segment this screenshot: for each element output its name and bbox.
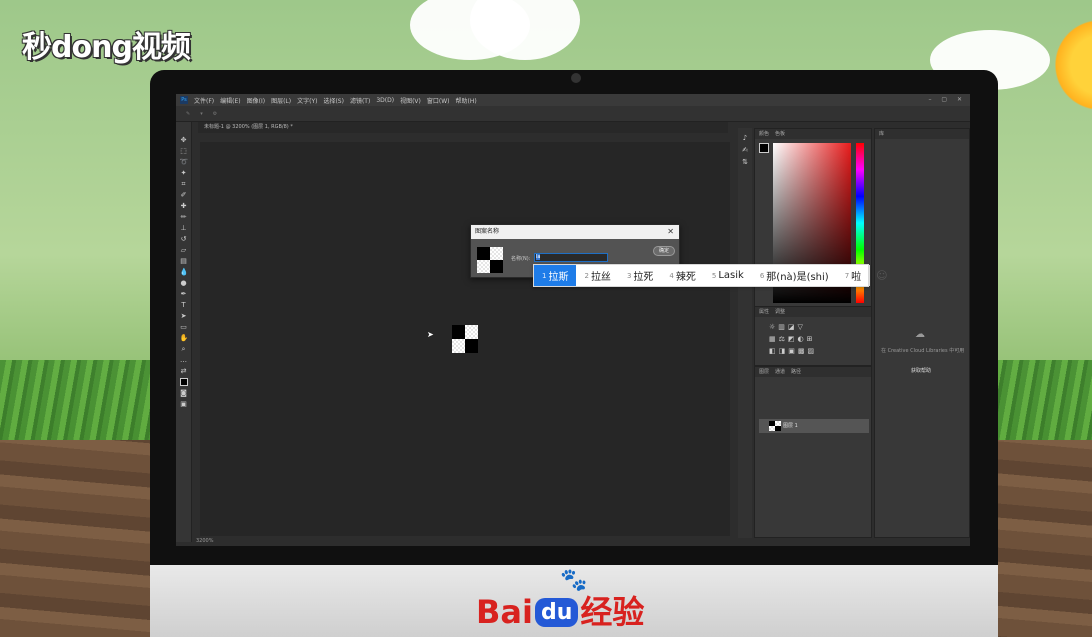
zoom-tool-icon[interactable]: ⌕ <box>180 345 188 353</box>
ime-candidate-3[interactable]: 3 拉死 <box>619 265 661 286</box>
stamp-tool-icon[interactable]: ⊥ <box>180 224 188 232</box>
eyedropper-icon[interactable]: ✐ <box>180 191 188 199</box>
ime-candidate-4[interactable]: 4 辣死 <box>661 265 703 286</box>
dodge-icon[interactable]: ● <box>180 279 188 287</box>
adjustment-icons-row-2[interactable]: ▦⚖◩◐⊞ <box>769 335 815 343</box>
menu-window[interactable]: 窗口(W) <box>427 96 450 105</box>
menu-select[interactable]: 选择(S) <box>323 96 344 105</box>
crop-tool-icon[interactable]: ⌗ <box>180 180 188 188</box>
mode-dropdown[interactable]: ▾ <box>200 111 203 117</box>
sun-decoration <box>1052 10 1092 120</box>
emoji-icon[interactable]: ☺ <box>869 265 893 286</box>
properties-icon[interactable]: ⇅ <box>742 158 748 166</box>
tab-properties[interactable]: 属性 <box>759 307 769 317</box>
adjustments-panel-tabs: 属性 调整 <box>755 307 871 317</box>
photoshop-window: Ps 文件(F) 编辑(E) 图像(I) 图层(L) 文字(Y) 选择(S) 滤… <box>176 94 970 546</box>
menu-3d[interactable]: 3D(D) <box>376 97 394 104</box>
swap-colors-icon[interactable]: ⇄ <box>180 367 188 375</box>
pattern-name-input[interactable]: la <box>534 253 608 262</box>
pen-tool-icon[interactable]: ✒ <box>180 290 188 298</box>
eraser-icon[interactable]: ▱ <box>180 246 188 254</box>
ime-candidate-5[interactable]: 5 Lasik <box>704 265 752 286</box>
tab-libraries[interactable]: 库 <box>879 129 884 139</box>
foreground-color-chip[interactable] <box>759 143 769 153</box>
options-bar: ✎ ▾ ⚙ <box>176 106 970 122</box>
lasso-tool-icon[interactable]: ➰ <box>180 158 189 166</box>
webcam-icon <box>571 73 581 83</box>
path-select-icon[interactable]: ➤ <box>180 312 188 320</box>
baidu-jingyan-logo: Bai du 经验 <box>476 593 645 631</box>
history-brush-icon[interactable]: ↺ <box>180 235 188 243</box>
name-label: 名称(N): <box>511 256 531 262</box>
status-bar: 3200% <box>192 536 732 546</box>
brush-settings-icon[interactable]: ✍ <box>742 146 748 154</box>
ime-candidate-7[interactable]: 7啦 <box>837 265 869 286</box>
menu-help[interactable]: 帮助(H) <box>456 96 477 105</box>
libraries-help-link[interactable]: 获取帮助 <box>911 367 931 374</box>
gear-icon[interactable]: ⚙ <box>213 111 217 117</box>
libraries-cloud-icon: ☁ <box>915 329 925 340</box>
marquee-tool-icon[interactable]: ⬚ <box>180 147 188 155</box>
libraries-message: 在 Creative Cloud Libraries 中可用 <box>881 348 965 354</box>
menu-filter[interactable]: 滤镜(T) <box>350 96 370 105</box>
menu-bar: Ps 文件(F) 编辑(E) 图像(I) 图层(L) 文字(Y) 选择(S) 滤… <box>176 94 970 106</box>
panel-icon-strip: ♪ ✍ ⇅ <box>738 128 752 538</box>
tab-channels[interactable]: 通道 <box>775 367 785 377</box>
menu-file[interactable]: 文件(F) <box>194 96 214 105</box>
tab-swatches[interactable]: 色板 <box>775 129 785 139</box>
healing-tool-icon[interactable]: ✚ <box>180 202 188 210</box>
menu-type[interactable]: 文字(Y) <box>297 96 317 105</box>
document-tab[interactable]: 未标题-1 @ 3200% (图层 1, RGB/8) * <box>198 122 728 133</box>
screen-mode-icon[interactable]: ▣ <box>180 400 188 408</box>
dialog-title: 图案名称 <box>475 228 500 235</box>
pattern-name-value: la <box>536 254 541 260</box>
libraries-panel-tabs: 库 <box>875 129 969 139</box>
tool-preset-icon[interactable]: ✎ <box>186 111 190 117</box>
window-controls[interactable]: – ▢ ✕ <box>928 96 966 103</box>
shape-tool-icon[interactable]: ▭ <box>180 323 188 331</box>
more-tools-icon[interactable]: … <box>180 356 188 364</box>
history-icon[interactable]: ♪ <box>743 134 747 142</box>
libraries-panel: 库 ☁ 在 Creative Cloud Libraries 中可用 获取帮助 <box>874 128 970 538</box>
adjustments-panel: 属性 调整 ☼▥◪▽ ▦⚖◩◐⊞ ◧◨▣▩▨ <box>754 306 872 366</box>
type-tool-icon[interactable]: T <box>180 301 188 309</box>
magic-wand-icon[interactable]: ✦ <box>180 169 188 177</box>
adjustment-icons-row-1[interactable]: ☼▥◪▽ <box>769 323 806 331</box>
mouse-cursor-icon: ➤ <box>427 330 434 339</box>
layer-thumbnail <box>769 421 781 431</box>
layer-row[interactable]: 图层 1 <box>759 419 869 433</box>
menu-view[interactable]: 视图(V) <box>400 96 421 105</box>
tab-color[interactable]: 颜色 <box>759 129 769 139</box>
blur-icon[interactable]: 💧 <box>180 268 189 276</box>
ime-candidate-6[interactable]: 6 那(nà)是(shi) <box>752 265 837 286</box>
layer-name: 图层 1 <box>783 423 798 429</box>
menu-layer[interactable]: 图层(L) <box>271 96 291 105</box>
close-icon[interactable]: ✕ <box>667 225 674 239</box>
photoshop-logo-icon: Ps <box>180 96 188 104</box>
tab-layers[interactable]: 图层 <box>759 367 769 377</box>
toolbox: ✥ ⬚ ➰ ✦ ⌗ ✐ ✚ ✏ ⊥ ↺ ▱ ▤ 💧 ● ✒ T ➤ ▭ ✋ ⌕ … <box>176 122 192 542</box>
foreground-color-swatch[interactable] <box>179 378 188 386</box>
color-panel-tabs: 颜色 色板 <box>755 129 871 139</box>
ok-button[interactable]: 确定 <box>653 246 675 256</box>
adjustment-icons-row-3[interactable]: ◧◨▣▩▨ <box>769 347 817 355</box>
dialog-title-bar: 图案名称 ✕ <box>471 225 679 239</box>
ime-candidate-1[interactable]: 1 拉斯 <box>534 265 577 286</box>
menu-edit[interactable]: 编辑(E) <box>220 96 240 105</box>
ime-candidate-bar: 1 拉斯 2 拉丝 3 拉死 4 辣死 5 Lasik 6 那(nà)是(shi) 7啦 ☺ <box>533 264 888 287</box>
hand-tool-icon[interactable]: ✋ <box>180 334 189 342</box>
pattern-preview <box>477 247 503 273</box>
canvas-pattern-pixels <box>452 325 478 353</box>
pencil-tool-icon[interactable]: ✏ <box>180 213 188 221</box>
gradient-icon[interactable]: ▤ <box>180 257 188 265</box>
tab-paths[interactable]: 路径 <box>791 367 801 377</box>
watermark-logo: 秒dong视频 <box>22 30 191 65</box>
quick-mask-icon[interactable]: ◙ <box>180 389 188 397</box>
layers-panel: 图层 通道 路径 图层 1 <box>754 366 872 538</box>
move-tool-icon[interactable]: ✥ <box>180 136 188 144</box>
layers-panel-tabs: 图层 通道 路径 <box>755 367 871 377</box>
ime-candidate-2[interactable]: 2 拉丝 <box>576 265 618 286</box>
tab-adjustments[interactable]: 调整 <box>775 307 785 317</box>
menu-image[interactable]: 图像(I) <box>247 96 265 105</box>
